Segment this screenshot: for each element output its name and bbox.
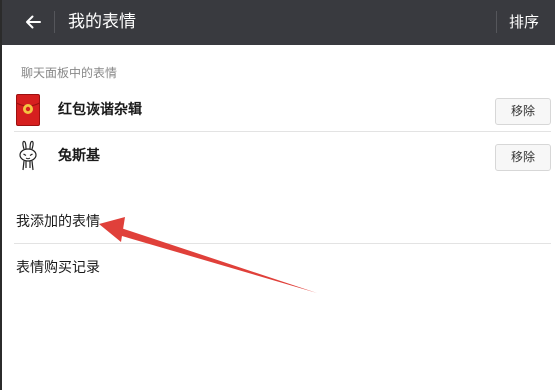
row-divider <box>14 243 551 244</box>
sticker-row[interactable]: 红包诙谐杂辑 移除 <box>14 88 551 132</box>
page-title: 我的表情 <box>68 12 136 32</box>
sticker-name: 兔斯基 <box>58 148 100 164</box>
sticker-row[interactable]: 兔斯基 移除 <box>14 134 551 178</box>
purchase-history-link[interactable]: 表情购买记录 <box>16 258 100 278</box>
row-divider <box>14 131 551 132</box>
red-envelope-icon <box>16 94 40 126</box>
sticker-name: 红包诙谐杂辑 <box>58 102 142 118</box>
window-left-edge <box>0 0 2 390</box>
sort-divider <box>496 11 497 33</box>
tuzki-icon <box>19 140 37 171</box>
title-divider <box>54 11 55 33</box>
top-bar: 我的表情 排序 <box>0 0 555 45</box>
arrow-left-icon <box>26 15 41 29</box>
annotation-arrow-icon <box>99 217 317 293</box>
section-label: 聊天面板中的表情 <box>21 66 118 80</box>
remove-button[interactable]: 移除 <box>495 144 551 171</box>
back-button[interactable] <box>18 7 48 37</box>
sort-button[interactable]: 排序 <box>509 12 539 32</box>
remove-button[interactable]: 移除 <box>495 98 551 125</box>
added-stickers-link[interactable]: 我添加的表情 <box>16 212 100 232</box>
